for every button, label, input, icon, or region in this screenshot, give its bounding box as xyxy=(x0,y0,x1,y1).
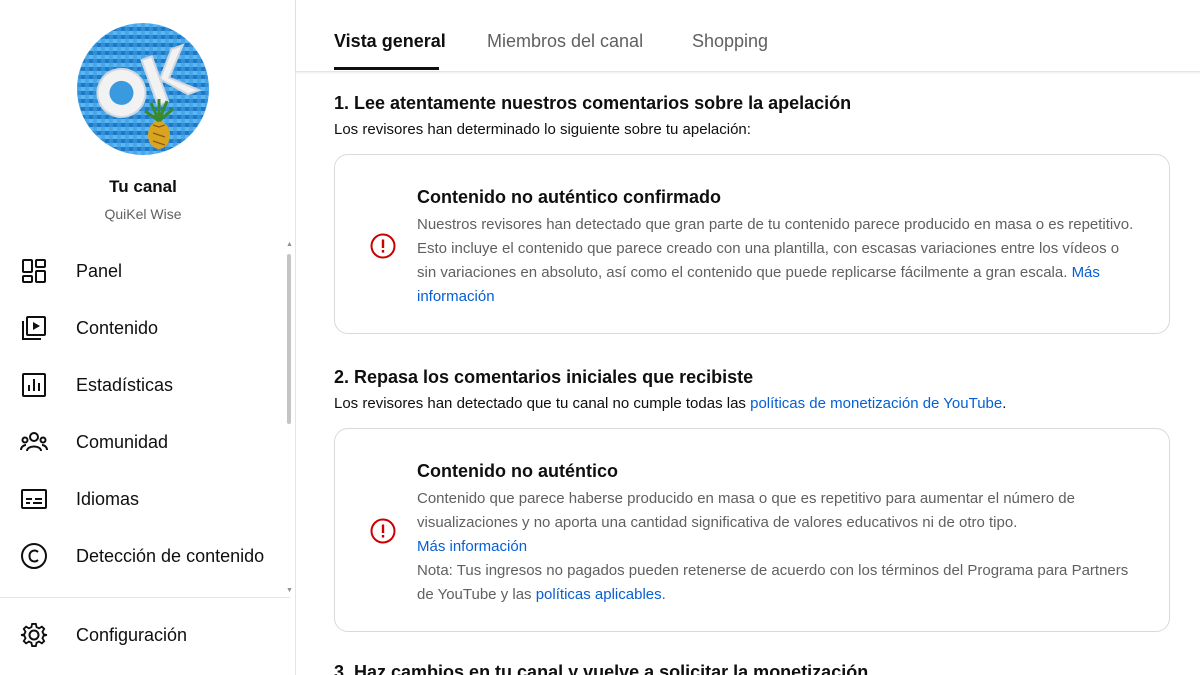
analytics-icon xyxy=(20,371,48,399)
sidebar: Tu canal QuiKel Wise Panel Contenido Est… xyxy=(0,0,296,675)
section-2-subtitle: Los revisores han detectado que tu canal… xyxy=(334,395,1006,412)
active-tab-indicator xyxy=(334,67,439,70)
section-1-title: 1. Lee atentamente nuestros comentarios … xyxy=(334,93,852,113)
sidebar-item-comunidad[interactable]: Comunidad xyxy=(0,418,286,466)
channel-avatar[interactable] xyxy=(77,23,209,155)
scroll-up-arrow-icon[interactable]: ▲ xyxy=(286,241,293,248)
sidebar-scroll-thumb[interactable] xyxy=(287,254,291,424)
scroll-down-arrow-icon[interactable]: ▼ xyxy=(286,587,293,594)
gear-icon xyxy=(20,621,48,649)
sidebar-item-label: Panel xyxy=(76,260,123,281)
community-icon xyxy=(20,428,48,456)
sidebar-item-label: Detección de contenido xyxy=(76,545,265,566)
section-2-subtitle-end: . xyxy=(1002,395,1007,412)
initial-feedback-card: Contenido no auténtico Contenido que par… xyxy=(334,428,1170,632)
sidebar-item-panel[interactable]: Panel xyxy=(0,247,286,295)
section-3-title: 3. Haz cambios en tu canal y vuelve a so… xyxy=(334,662,869,675)
copyright-icon xyxy=(20,542,48,570)
sidebar-item-label: Configuración xyxy=(76,624,188,645)
sidebar-item-deteccion-de-contenido[interactable]: Detección de contenido xyxy=(0,532,286,580)
sidebar-divider xyxy=(0,597,290,598)
sidebar-item-configuracion[interactable]: Configuración xyxy=(0,611,286,659)
tab-bar: Vista general Miembros del canal Shoppin… xyxy=(296,0,1200,72)
sidebar-item-idiomas[interactable]: Idiomas xyxy=(0,475,286,523)
sidebar-item-label: Idiomas xyxy=(76,488,140,509)
section-2-title: 2. Repasa los comentarios iniciales que … xyxy=(334,367,754,387)
earnings-note-text: Nota: Tus ingresos no pagados pueden ret… xyxy=(417,562,1129,603)
channel-handle: QuiKel Wise xyxy=(104,206,182,222)
subtitles-icon xyxy=(20,485,48,513)
initial-feedback-description: Contenido que parece haberse producido e… xyxy=(417,487,1137,607)
initial-feedback-title: Contenido no auténtico xyxy=(417,461,618,481)
applicable-policies-link[interactable]: políticas aplicables xyxy=(536,586,662,603)
tab-shopping[interactable]: Shopping xyxy=(692,31,768,52)
appeal-result-text: Nuestros revisores han detectado que gra… xyxy=(417,216,1134,281)
tab-miembros-del-canal[interactable]: Miembros del canal xyxy=(487,31,643,52)
sidebar-item-estadisticas[interactable]: Estadísticas xyxy=(0,361,286,409)
earnings-note: Nota: Tus ingresos no pagados pueden ret… xyxy=(417,559,1137,607)
alert-icon xyxy=(369,517,397,545)
content-icon xyxy=(20,314,48,342)
monetization-policies-link[interactable]: políticas de monetización de YouTube xyxy=(750,395,1002,412)
tab-vista-general[interactable]: Vista general xyxy=(334,31,446,52)
section-1-subtitle: Los revisores han determinado lo siguien… xyxy=(334,121,751,138)
sidebar-item-label: Estadísticas xyxy=(76,374,174,395)
sidebar-item-label: Comunidad xyxy=(76,431,169,452)
appeal-result-description: Nuestros revisores han detectado que gra… xyxy=(417,213,1137,309)
sidebar-item-label: Contenido xyxy=(76,317,159,338)
appeal-result-title: Contenido no auténtico confirmado xyxy=(417,187,721,207)
initial-feedback-text: Contenido que parece haberse producido e… xyxy=(417,490,1075,531)
sidebar-item-contenido[interactable]: Contenido xyxy=(0,304,286,352)
dashboard-icon xyxy=(20,257,48,285)
section-2-subtitle-text: Los revisores han detectado que tu canal… xyxy=(334,395,751,412)
channel-title: Tu canal xyxy=(109,177,177,196)
earnings-note-end: . xyxy=(661,586,666,603)
more-info-link[interactable]: Más información xyxy=(417,538,527,555)
alert-icon xyxy=(369,232,397,260)
appeal-result-card: Contenido no auténtico confirmado Nuestr… xyxy=(334,154,1170,334)
